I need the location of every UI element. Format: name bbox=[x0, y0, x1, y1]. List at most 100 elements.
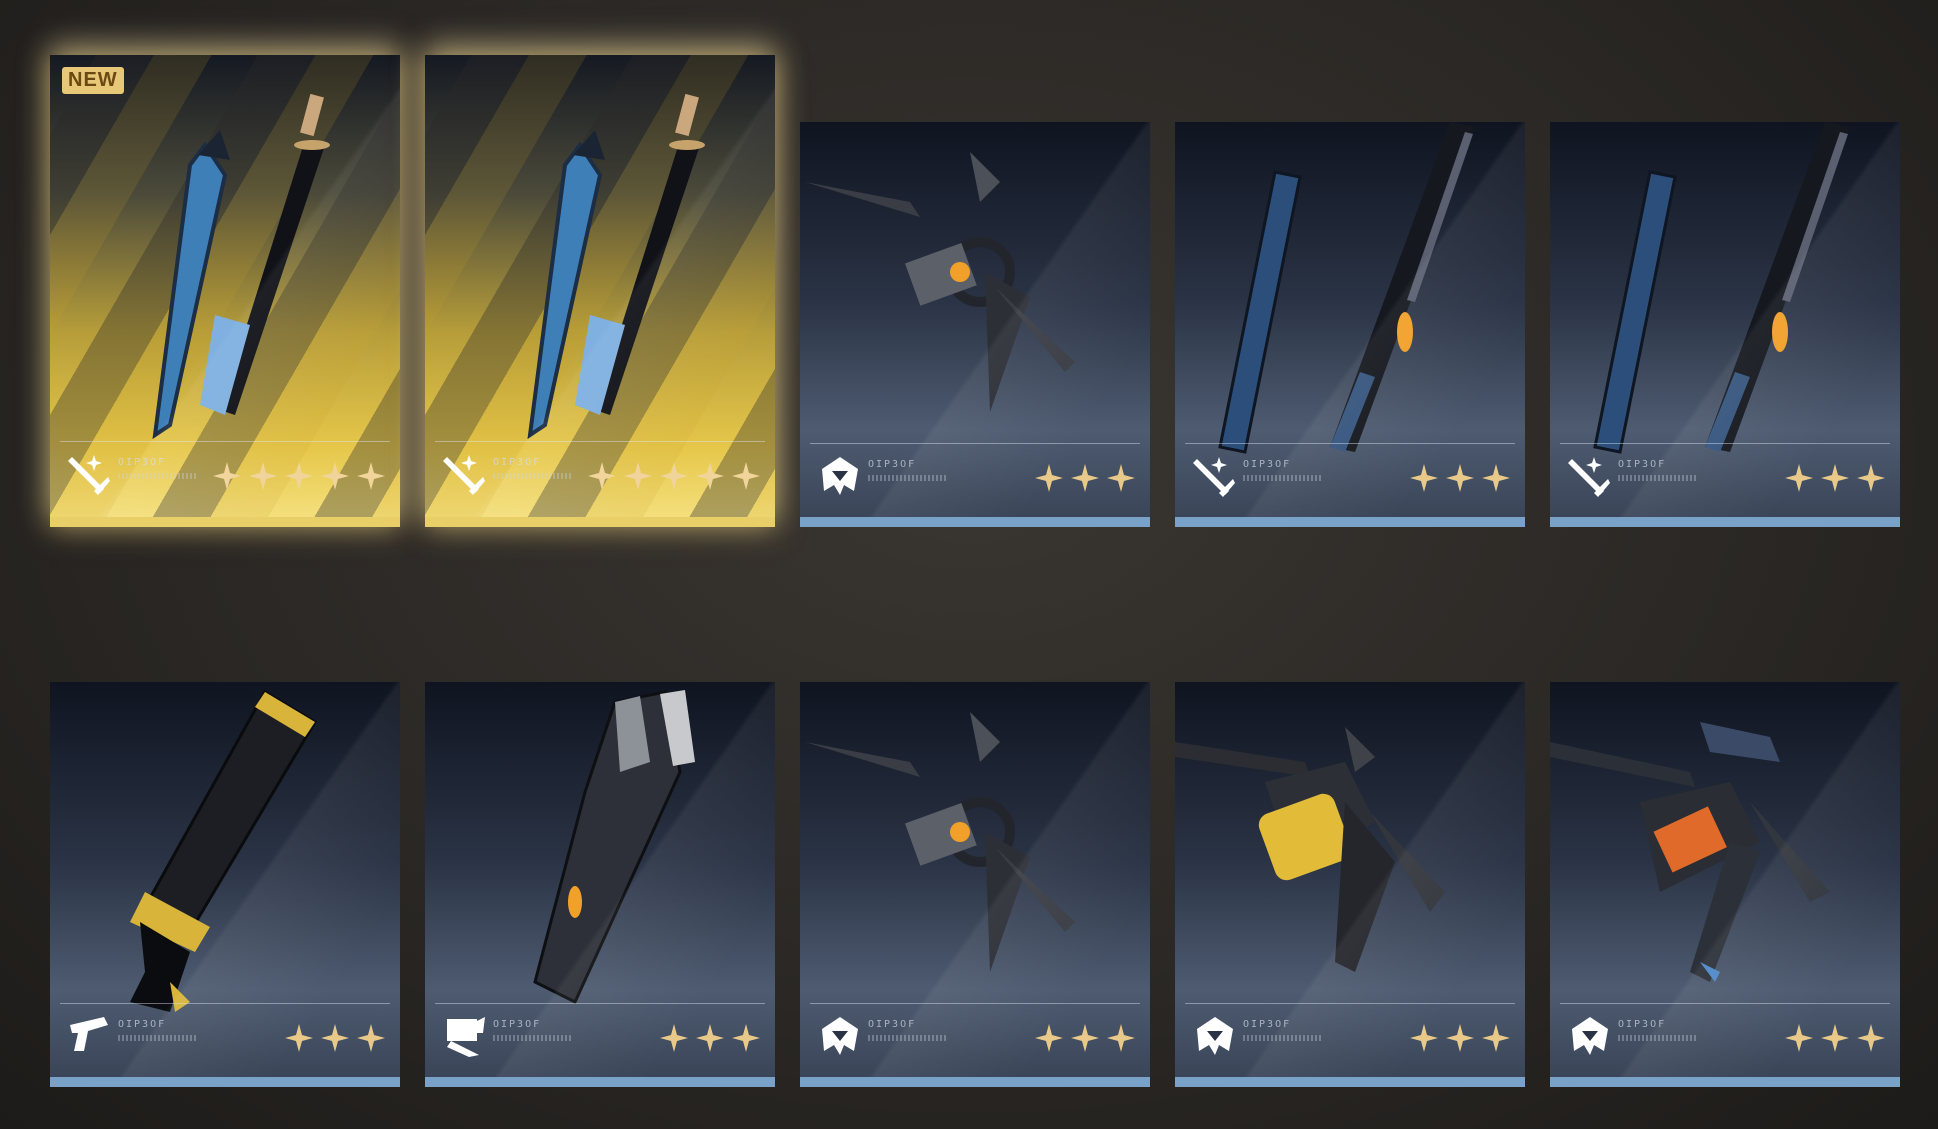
rarity-stars bbox=[1409, 1023, 1511, 1053]
star-icon bbox=[213, 462, 241, 490]
star-icon bbox=[1107, 1024, 1135, 1052]
sword-type-icon bbox=[443, 455, 485, 495]
weapon-code: OIP3OF bbox=[868, 459, 917, 470]
blue-gauntlet-weapon-art bbox=[1550, 682, 1900, 1022]
star-icon bbox=[660, 462, 688, 490]
star-icon bbox=[1107, 464, 1135, 492]
star-icon bbox=[285, 1024, 313, 1052]
weapon-code: OIP3OF bbox=[493, 1019, 542, 1030]
star-icon bbox=[1035, 464, 1063, 492]
card-info-bar: OIP3OF bbox=[1550, 439, 1900, 517]
divider-line bbox=[1185, 443, 1515, 444]
card-info-bar: OIP3OF bbox=[800, 439, 1150, 517]
star-icon bbox=[732, 1024, 760, 1052]
weapon-code: OIP3OF bbox=[118, 457, 167, 468]
weapon-card-5[interactable]: OIP3OF bbox=[1550, 122, 1900, 527]
star-icon bbox=[588, 462, 616, 490]
star-icon bbox=[1821, 464, 1849, 492]
rarity-stars bbox=[1784, 463, 1886, 493]
weapon-results-grid: NEW OIP3OF OIP3OF OIP3OF OIP3OF OIP3OF O… bbox=[0, 0, 1938, 1129]
star-icon bbox=[357, 462, 385, 490]
twin-batons-weapon-art bbox=[1550, 122, 1900, 462]
weapon-code-barcode bbox=[118, 473, 198, 479]
gauntlet-type-icon bbox=[822, 1017, 858, 1055]
divider-line bbox=[435, 441, 765, 442]
weapon-card-1[interactable]: NEW OIP3OF bbox=[50, 55, 400, 527]
star-icon bbox=[732, 462, 760, 490]
weapon-code: OIP3OF bbox=[1243, 459, 1292, 470]
star-icon bbox=[285, 462, 313, 490]
divider-line bbox=[810, 443, 1140, 444]
sword-type-icon bbox=[1193, 457, 1235, 497]
weapon-code-barcode bbox=[1618, 1035, 1698, 1041]
rarity-stars bbox=[1784, 1023, 1886, 1053]
card-info-bar: OIP3OF bbox=[1175, 439, 1525, 517]
divider-line bbox=[1185, 1003, 1515, 1004]
divider-line bbox=[810, 1003, 1140, 1004]
star-icon bbox=[1482, 1024, 1510, 1052]
weapon-card-6[interactable]: OIP3OF bbox=[50, 682, 400, 1087]
star-icon bbox=[1857, 464, 1885, 492]
weapon-card-3[interactable]: OIP3OF bbox=[800, 122, 1150, 527]
star-icon bbox=[1857, 1024, 1885, 1052]
divider-line bbox=[60, 1003, 390, 1004]
weapon-card-2[interactable]: OIP3OF bbox=[425, 55, 775, 527]
divider-line bbox=[60, 441, 390, 442]
star-icon bbox=[249, 462, 277, 490]
rarity-stars bbox=[1034, 463, 1136, 493]
pistol-weapon-art bbox=[50, 682, 400, 1022]
card-info-bar: OIP3OF bbox=[425, 999, 775, 1077]
card-info-bar: OIP3OF bbox=[800, 999, 1150, 1077]
star-icon bbox=[1071, 464, 1099, 492]
card-info-bar: OIP3OF bbox=[50, 999, 400, 1077]
weapon-code-barcode bbox=[1243, 1035, 1323, 1041]
weapon-code: OIP3OF bbox=[1618, 459, 1667, 470]
star-icon bbox=[357, 1024, 385, 1052]
star-icon bbox=[1785, 464, 1813, 492]
weapon-card-7[interactable]: OIP3OF bbox=[425, 682, 775, 1087]
star-icon bbox=[1821, 1024, 1849, 1052]
star-icon bbox=[1785, 1024, 1813, 1052]
weapon-code: OIP3OF bbox=[118, 1019, 167, 1030]
rarity-stars bbox=[284, 1023, 386, 1053]
star-icon bbox=[321, 1024, 349, 1052]
star-icon bbox=[660, 1024, 688, 1052]
star-icon bbox=[696, 462, 724, 490]
sword-type-icon bbox=[68, 455, 110, 495]
rectifier-weapon-art bbox=[425, 682, 775, 1022]
star-icon bbox=[1071, 1024, 1099, 1052]
rarity-stars bbox=[1034, 1023, 1136, 1053]
star-icon bbox=[624, 462, 652, 490]
weapon-card-10[interactable]: OIP3OF bbox=[1550, 682, 1900, 1087]
weapon-code-barcode bbox=[868, 475, 948, 481]
pistol-type-icon bbox=[70, 1017, 108, 1051]
weapon-card-8[interactable]: OIP3OF bbox=[800, 682, 1150, 1087]
weapon-code-barcode bbox=[868, 1035, 948, 1041]
star-icon bbox=[1410, 464, 1438, 492]
star-icon bbox=[1410, 1024, 1438, 1052]
divider-line bbox=[1560, 443, 1890, 444]
weapon-code: OIP3OF bbox=[1618, 1019, 1667, 1030]
gauntlet-type-icon bbox=[822, 457, 858, 495]
star-icon bbox=[1482, 464, 1510, 492]
fist-type-icon bbox=[447, 1017, 485, 1057]
weapon-card-9[interactable]: OIP3OF bbox=[1175, 682, 1525, 1087]
rarity-stars bbox=[587, 461, 761, 491]
card-info-bar: OIP3OF bbox=[1175, 999, 1525, 1077]
card-info-bar: OIP3OF bbox=[425, 437, 775, 517]
weapon-code-barcode bbox=[1618, 475, 1698, 481]
twin-batons-weapon-art bbox=[1175, 122, 1525, 462]
weapon-code: OIP3OF bbox=[493, 457, 542, 468]
new-badge: NEW bbox=[62, 67, 124, 94]
card-info-bar: OIP3OF bbox=[1550, 999, 1900, 1077]
weapon-code-barcode bbox=[1243, 475, 1323, 481]
weapon-code: OIP3OF bbox=[1243, 1019, 1292, 1030]
weapon-code-barcode bbox=[493, 1035, 573, 1041]
divider-line bbox=[435, 1003, 765, 1004]
weapon-card-4[interactable]: OIP3OF bbox=[1175, 122, 1525, 527]
dual-blades-weapon-art bbox=[50, 55, 400, 475]
weapon-code: OIP3OF bbox=[868, 1019, 917, 1030]
card-info-bar: OIP3OF bbox=[50, 437, 400, 517]
star-icon bbox=[1035, 1024, 1063, 1052]
divider-line bbox=[1560, 1003, 1890, 1004]
